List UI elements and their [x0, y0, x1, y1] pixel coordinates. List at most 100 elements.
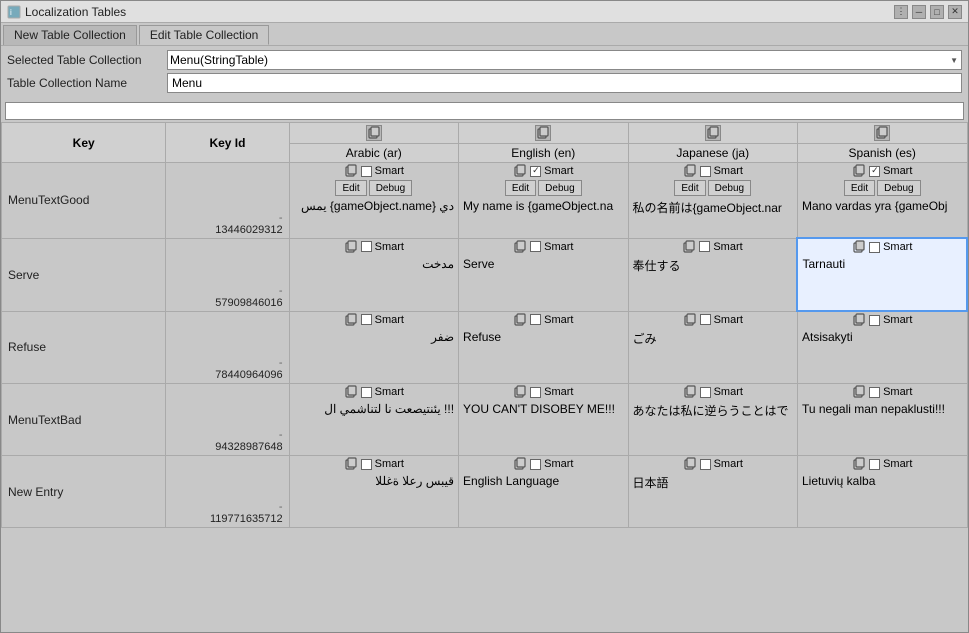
copy-icon-cell-4-2[interactable]	[683, 457, 697, 471]
smart-checkbox-3-3[interactable]	[869, 387, 880, 398]
smart-checkbox-2-0[interactable]	[361, 314, 372, 325]
cell-text-3-1: YOU CAN'T DISOBEY ME!!!	[459, 400, 627, 455]
copy-icon-ja[interactable]	[705, 125, 721, 141]
tab-new-table-collection[interactable]: New Table Collection	[3, 25, 137, 45]
copy-icon-cell-1-0[interactable]	[344, 240, 358, 254]
smart-checkbox-1-0[interactable]	[361, 241, 372, 252]
key-cell-4: New Entry	[2, 456, 166, 528]
edit-button-0-3[interactable]: Edit	[844, 180, 875, 196]
lang-cell-3-1: SmartYOU CAN'T DISOBEY ME!!!	[459, 384, 628, 456]
copy-icon-cell-2-1[interactable]	[513, 313, 527, 327]
smart-checkbox-0-3[interactable]: ✓	[869, 166, 880, 177]
table-row: New Entry-119771635712 Smartقيبس رعلا ةغ…	[2, 456, 968, 528]
copy-icon-cell-4-0[interactable]	[344, 457, 358, 471]
smart-checkbox-4-0[interactable]	[361, 459, 372, 470]
lang-label-ja: Japanese (ja)	[676, 146, 749, 160]
copy-icon-en[interactable]	[535, 125, 551, 141]
smart-checkbox-0-0[interactable]	[361, 166, 372, 177]
key-cell-3: MenuTextBad	[2, 384, 166, 456]
smart-checkbox-4-2[interactable]	[700, 459, 711, 470]
debug-button-0-1[interactable]: Debug	[538, 180, 581, 196]
copy-icon-cell-2-0[interactable]	[344, 313, 358, 327]
smart-label-1-2: Smart	[713, 241, 742, 253]
lang-header-ar: Arabic (ar)	[289, 123, 458, 163]
minimize-btn[interactable]: ─	[912, 5, 926, 19]
smart-checkbox-0-2[interactable]	[700, 166, 711, 177]
lang-cell-3-0: Smart!!! يئنتيصعت نا لتناشمي ال	[289, 384, 458, 456]
smart-checkbox-4-1[interactable]	[530, 459, 541, 470]
copy-icon-cell-0-2[interactable]	[683, 164, 697, 178]
copy-icon-cell-2-3[interactable]	[852, 313, 866, 327]
smart-checkbox-1-1[interactable]	[530, 241, 541, 252]
table-container[interactable]: Key Key Id	[1, 122, 968, 632]
copy-icon-cell-0-3[interactable]	[852, 164, 866, 178]
title-bar: i Localization Tables ⋮ ─ □ ✕	[1, 1, 968, 23]
smart-row-0-3: ✓Smart	[798, 163, 967, 179]
smart-label-2-1: Smart	[544, 314, 573, 326]
copy-icon-cell-0-0[interactable]	[344, 164, 358, 178]
edit-button-0-0[interactable]: Edit	[335, 180, 366, 196]
copy-icon-cell-3-1[interactable]	[513, 385, 527, 399]
lang-cell-0-2: SmartEditDebug私の名前は{gameObject.nar	[628, 163, 797, 239]
copy-icon-cell-3-3[interactable]	[852, 385, 866, 399]
lang-cell-2-1: Smart Refuse	[459, 311, 628, 384]
smart-checkbox-4-3[interactable]	[869, 459, 880, 470]
smart-label-0-1: Smart	[544, 165, 573, 177]
copy-icon-cell-2-2[interactable]	[683, 313, 697, 327]
lang-header-en: English (en)	[459, 123, 628, 163]
cell-text-2-1: Refuse	[459, 328, 627, 383]
copy-icon-cell-4-3[interactable]	[852, 457, 866, 471]
smart-label-1-3: Smart	[883, 241, 912, 253]
smart-checkbox-1-2[interactable]	[699, 241, 710, 252]
tab-edit-table-collection[interactable]: Edit Table Collection	[139, 25, 270, 45]
smart-row-3-3: Smart	[798, 384, 967, 400]
lang-cell-0-0: SmartEditDebugدي {gameObject.name} يمس	[289, 163, 458, 239]
smart-checkbox-3-1[interactable]	[530, 387, 541, 398]
lang-label-es: Spanish (es)	[849, 146, 916, 160]
cell-text-2-2: ごみ	[629, 328, 797, 383]
close-btn[interactable]: ✕	[948, 5, 962, 19]
maximize-btn[interactable]: □	[930, 5, 944, 19]
smart-checkbox-2-3[interactable]	[869, 315, 880, 326]
smart-row-0-0: Smart	[290, 163, 458, 179]
smart-checkbox-1-3[interactable]	[869, 242, 880, 253]
copy-icon-cell-1-2[interactable]	[682, 240, 696, 254]
smart-row-3-0: Smart	[290, 384, 458, 400]
copy-icon-cell-3-0[interactable]	[344, 385, 358, 399]
debug-button-0-2[interactable]: Debug	[708, 180, 751, 196]
smart-checkbox-2-1[interactable]	[530, 314, 541, 325]
search-input[interactable]	[5, 102, 964, 120]
smart-checkbox-3-0[interactable]	[361, 387, 372, 398]
smart-checkbox-0-1[interactable]: ✓	[530, 166, 541, 177]
cell-text-2-0: ضفر	[290, 328, 458, 383]
copy-icon-cell-1-3[interactable]	[852, 240, 866, 254]
copy-icon-ar[interactable]	[366, 125, 382, 141]
smart-checkbox-2-2[interactable]	[700, 314, 711, 325]
copy-icon-cell-0-1[interactable]	[513, 164, 527, 178]
edit-button-0-1[interactable]: Edit	[505, 180, 536, 196]
cell-text-4-2: 日本語	[629, 472, 797, 527]
keyid-cell-0: -13446029312	[166, 163, 289, 239]
edit-button-0-2[interactable]: Edit	[674, 180, 705, 196]
smart-row-4-1: Smart	[459, 456, 627, 472]
key-cell-0: MenuTextGood	[2, 163, 166, 239]
debug-button-0-3[interactable]: Debug	[877, 180, 920, 196]
table-name-input[interactable]	[167, 73, 962, 93]
smart-label-2-0: Smart	[375, 314, 404, 326]
localization-table: Key Key Id	[1, 122, 968, 528]
copy-icon-cell-4-1[interactable]	[513, 457, 527, 471]
col-keyid-header: Key Id	[166, 123, 289, 163]
menu-btn[interactable]: ⋮	[894, 5, 908, 19]
debug-button-0-0[interactable]: Debug	[369, 180, 412, 196]
selected-table-select[interactable]: Menu(StringTable)	[167, 50, 962, 70]
cell-text-1-0: مدخت	[290, 255, 458, 310]
smart-label-2-2: Smart	[714, 314, 743, 326]
copy-icon-es[interactable]	[874, 125, 890, 141]
lang-cell-1-2: Smart奉仕する	[628, 238, 797, 311]
smart-checkbox-3-2[interactable]	[700, 387, 711, 398]
copy-icon-cell-3-2[interactable]	[683, 385, 697, 399]
lang-cell-2-0: Smart ضفر	[289, 311, 458, 384]
selected-table-select-wrapper: Menu(StringTable)	[167, 50, 962, 70]
copy-icon-cell-1-1[interactable]	[513, 240, 527, 254]
table-name-row: Table Collection Name	[7, 73, 962, 93]
